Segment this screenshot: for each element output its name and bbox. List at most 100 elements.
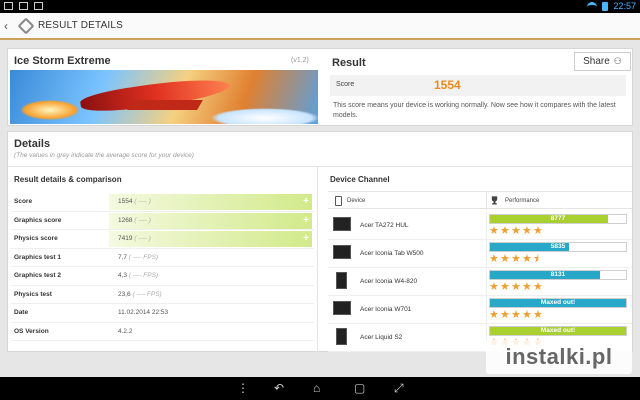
banner-wing <box>127 100 203 110</box>
table-row: Graphics test 2 4,3 ( ---- FPS) <box>11 267 314 286</box>
table-row: Graphics test 1 7,7 ( ---- FPS) <box>11 249 314 267</box>
star-icon: ★ <box>500 253 510 265</box>
share-icon: ⚇ <box>613 56 622 66</box>
watermark-logo: instalki.pl <box>486 340 632 374</box>
app-logo-icon[interactable] <box>17 17 35 34</box>
table-row: Physics test 23,6 ( ---- FPS) <box>11 286 314 304</box>
performance-score: 8777 <box>550 215 566 222</box>
row-label: Graphics test 1 <box>14 253 61 261</box>
performance-bar: 8131 <box>489 270 627 280</box>
star-icon: ★ <box>511 253 521 265</box>
performance-bar: 5835 <box>489 242 627 252</box>
row-value: 4.2.2 <box>118 327 133 335</box>
page-title: RESULT DETAILS <box>38 20 124 31</box>
star-icon: ★ <box>533 281 543 293</box>
trophy-icon <box>491 196 498 205</box>
navigation-bar: ⋮ ↶ ⌂ ▢ ⤢ <box>0 377 640 400</box>
device-name: Acer Iconia W4-820 <box>360 278 418 285</box>
share-button[interactable]: Share ⚇ <box>574 52 631 71</box>
device-columns-header: Device Performance <box>328 191 632 210</box>
row-label: Date <box>14 309 29 316</box>
device-thumbnail <box>336 328 347 345</box>
star-icon: ★ <box>500 281 510 293</box>
row-label: Score <box>14 198 33 205</box>
result-table: + Score 1554 ( ---- ) + Graphics score 1268 (… <box>11 193 314 341</box>
menu-icon[interactable]: ⋮ <box>237 382 249 394</box>
list-item[interactable]: Acer TA272 HUL 8777 ★ ★ ★ ★ ★ <box>328 212 632 240</box>
row-value: 1554 ( ---- ) <box>118 198 151 205</box>
columns-divider <box>486 192 487 210</box>
result-title: Result <box>332 57 366 69</box>
notification-icon <box>34 2 43 10</box>
test-name: Ice Storm Extreme <box>14 55 111 67</box>
table-row: Date 11.02.2014 22:53 <box>11 304 314 323</box>
row-value: 4,3 ( ---- FPS) <box>118 272 159 279</box>
row-label: Graphics score <box>14 216 62 224</box>
performance-score: Maxed out! <box>540 299 576 306</box>
star-icon: ★ <box>489 225 499 237</box>
status-system: 22:57 <box>587 1 636 11</box>
row-value: 1268 ( ---- ) <box>118 216 151 224</box>
result-summary-card: Ice Storm Extreme (v1.2) Result Share ⚇ … <box>7 48 633 126</box>
star-icon: ⯨ <box>533 253 539 265</box>
gallery-icon <box>4 2 13 10</box>
row-label: Graphics test 2 <box>14 272 61 279</box>
expand-icon[interactable]: + <box>303 196 309 207</box>
recent-apps-icon[interactable]: ▢ <box>354 382 365 394</box>
row-value: 11.02.2014 22:53 <box>118 309 169 316</box>
device-thumbnail <box>333 301 351 315</box>
star-icon: ★ <box>500 309 510 321</box>
device-name: Acer Liquid S2 <box>360 334 403 341</box>
star-rating: ★ ★ ★ ★ ⯨ <box>489 253 543 265</box>
performance-bar: Maxed out! <box>489 326 627 336</box>
star-icon: ★ <box>511 309 521 321</box>
device-thumbnail <box>336 272 347 289</box>
star-icon: ★ <box>500 225 510 237</box>
list-item[interactable]: Acer Iconia Tab W500 5835 ★ ★ ★ ★ ⯨ <box>328 240 632 268</box>
wifi-icon <box>587 2 598 10</box>
list-item[interactable]: Acer Iconia W4-820 8131 ★ ★ ★ ★ ★ <box>328 268 632 296</box>
expand-icon[interactable]: + <box>303 215 309 226</box>
star-icon: ★ <box>533 225 543 237</box>
list-item[interactable]: Acer Iconia W701 Maxed out! ★ ★ ★ ★ ★ <box>328 296 632 324</box>
score-description: This score means your device is working … <box>333 102 616 119</box>
star-icon: ★ <box>522 281 532 293</box>
test-version: (v1.2) <box>291 57 309 64</box>
details-divider <box>8 166 632 167</box>
device-channel-title: Device Channel <box>330 175 390 184</box>
table-row[interactable]: + Graphics score 1268 ( ---- ) <box>11 212 314 230</box>
device-name: Acer Iconia Tab W500 <box>360 250 424 257</box>
performance-column-label: Performance <box>505 198 540 204</box>
performance-score: 8131 <box>550 271 566 278</box>
star-icon: ★ <box>522 225 532 237</box>
status-time: 22:57 <box>613 1 636 11</box>
row-value: 7,7 ( ---- FPS) <box>118 253 159 261</box>
back-nav-icon[interactable]: ↶ <box>274 382 284 394</box>
test-banner-image <box>10 70 318 124</box>
battery-icon <box>602 1 609 11</box>
star-rating: ★★★★★ <box>489 309 543 321</box>
device-thumbnail <box>333 217 351 231</box>
details-subtitle: (The values in grey indicate the average… <box>14 152 194 159</box>
home-icon[interactable]: ⌂ <box>313 382 320 394</box>
device-column-label: Device <box>347 198 366 204</box>
results-header: Result details & comparison <box>14 175 122 184</box>
screenshot-icon[interactable]: ⤢ <box>394 382 404 394</box>
star-icon: ★ <box>511 225 521 237</box>
expand-icon[interactable]: + <box>303 233 309 244</box>
cell-divider <box>486 212 487 240</box>
star-rating: ★★★★★ <box>489 281 543 293</box>
back-icon[interactable]: ‹ <box>4 19 18 33</box>
status-bar: 22:57 <box>0 0 640 13</box>
row-label: Physics score <box>14 235 58 242</box>
table-row[interactable]: + Score 1554 ( ---- ) <box>11 193 314 212</box>
action-bar: ‹ RESULT DETAILS <box>0 13 640 40</box>
banner-cloud <box>210 108 318 124</box>
device-name: Acer Iconia W701 <box>360 306 412 313</box>
row-label: OS Version <box>14 327 49 335</box>
status-notifications <box>4 2 43 10</box>
details-title: Details <box>14 138 51 150</box>
banner-flare <box>20 100 80 120</box>
table-row[interactable]: + Physics score 7419 ( ---- ) <box>11 230 314 249</box>
details-card: Details (The values in grey indicate the… <box>7 131 633 352</box>
